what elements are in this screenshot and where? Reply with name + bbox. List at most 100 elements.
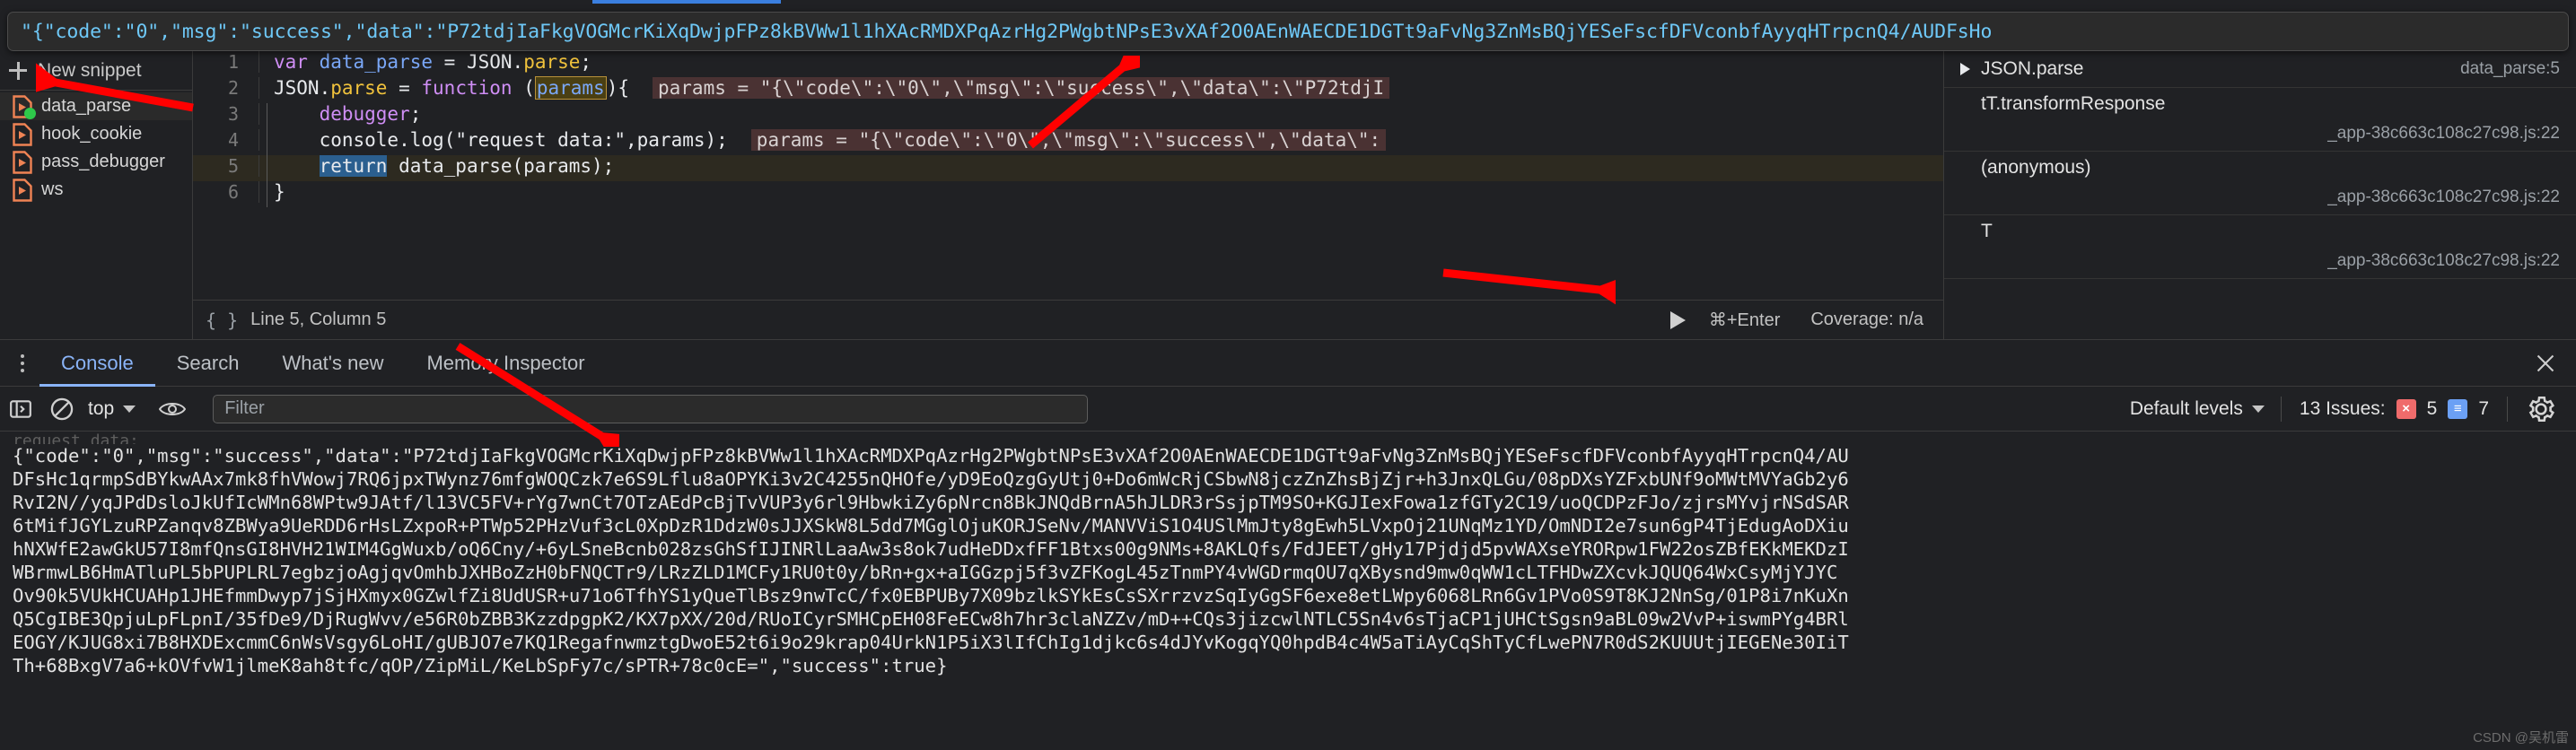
console-text-line: hNXWfE2awGkU57I8mfQnsGI8HVH21WIM4GgWuxb/…	[13, 538, 1849, 560]
snippet-item-ws[interactable]: ws	[0, 176, 192, 204]
console-text-line: Q5CgIBE3QpjuLpFLpnI/35fDe9/DjRugWvv/e56R…	[13, 608, 1849, 630]
toolbar-right-group: Default levels 13 Issues: × 5 ≡ 7	[2114, 394, 2576, 424]
run-shortcut-label: ⌘+Enter	[1708, 310, 1781, 330]
eye-icon[interactable]	[152, 387, 193, 432]
tab-search[interactable]: Search	[155, 339, 261, 387]
top-strip	[0, 0, 2576, 12]
snippet-file-icon	[13, 150, 32, 174]
snippet-file-icon	[13, 94, 36, 119]
call-stack-panel: JSON.parse data_parse:5 tT.transformRespo…	[1943, 51, 2576, 339]
snippet-file-icon	[13, 122, 32, 146]
console-text-line: Ov90k5VUkHCUAHp1JHEfmmDwyp7jSjHXmyx0GZwl…	[13, 585, 1849, 606]
inline-value-hint: params = "{\"code\":\"0\",\"msg\":\"succ…	[750, 129, 1387, 151]
code-line[interactable]: 6}	[193, 181, 1943, 207]
code-text: debugger;	[259, 103, 421, 129]
line-number: 4	[193, 129, 259, 151]
line-number: 1	[193, 51, 259, 73]
current-frame-arrow-icon	[1960, 63, 1970, 75]
code-line[interactable]: 5 return data_parse(params);	[193, 155, 1943, 181]
execution-context-select[interactable]: top	[88, 398, 136, 420]
close-icon[interactable]	[2535, 353, 2556, 374]
console-output: request data: {"code":"0","msg":"success…	[0, 432, 2576, 750]
info-badge-icon: ≡	[2448, 398, 2468, 419]
error-badge-icon: ×	[2396, 398, 2416, 419]
code-line[interactable]: 3 debugger;	[193, 103, 1943, 129]
log-levels-label: Default levels	[2129, 397, 2243, 419]
run-snippet-icon[interactable]	[1669, 310, 1686, 329]
new-snippet-label: New snippet	[38, 59, 142, 81]
plus-icon	[9, 61, 27, 80]
console-message: {"code":"0","msg":"success","data":"P72t…	[13, 444, 2576, 677]
chevron-down-icon	[2251, 405, 2265, 413]
issues-button[interactable]: 13 Issues: × 5 ≡ 7	[2282, 398, 2507, 420]
tooltip-text: "{"code":"0","msg":"success","data":"P72…	[21, 20, 1993, 43]
snippet-item-hook-cookie[interactable]: hook_cookie	[0, 120, 192, 148]
console-toolbar: top Default levels 13 Issues: × 5 ≡ 7	[0, 387, 2576, 432]
drawer-tabs: Console Search What's new Memory Inspector	[39, 339, 607, 387]
console-text-line: {"code":"0","msg":"success","data":"P72t…	[13, 445, 1849, 467]
cursor-position: Line 5, Column 5	[250, 310, 387, 329]
issues-label: 13 Issues:	[2299, 397, 2386, 419]
devtools-window: "{"code":"0","msg":"success","data":"P72…	[0, 0, 2576, 750]
snippet-item-pass-debugger[interactable]: pass_debugger	[0, 148, 192, 176]
running-dot-icon	[24, 107, 36, 119]
snippet-label: pass_debugger	[41, 152, 165, 171]
active-tab-underline	[592, 0, 781, 4]
snippet-list: data_parse hook_cookie pass_debugger ws	[0, 91, 192, 204]
filter-input[interactable]	[213, 394, 1089, 423]
code-line[interactable]: 4 console.log("request data:",params); pa…	[193, 129, 1943, 155]
snippet-label: ws	[41, 179, 64, 199]
snippets-sidebar: New snippet data_parse hook_cookie pass_…	[0, 51, 193, 339]
drawer-tab-bar: Console Search What's new Memory Inspector	[0, 339, 2576, 387]
snippet-item-data-parse[interactable]: data_parse	[0, 92, 192, 120]
code-lines[interactable]: 1 var data_parse = JSON.parse; 2 JSON.parse…	[193, 51, 1943, 274]
call-stack-frame[interactable]: tT.transformResponse _app-38c663c108c27c…	[1944, 88, 2576, 152]
info-count: 7	[2478, 397, 2489, 419]
value-tooltip-popup: "{"code":"0","msg":"success","data":"P72…	[7, 12, 2569, 51]
snippet-label: hook_cookie	[41, 124, 143, 144]
chevron-down-icon	[123, 405, 136, 413]
code-text: var data_parse = JSON.parse;	[274, 51, 592, 73]
gear-icon[interactable]	[2526, 394, 2556, 424]
console-text-line: WBrmwLB6HmATluPL5bPUPLRL7egbzjoAgjqvOmhb…	[13, 562, 1838, 583]
line-number: 2	[193, 77, 259, 99]
frame-source: _app-38c663c108c27c98.js:22	[2327, 251, 2560, 270]
frame-name: (anonymous)	[1981, 157, 2091, 178]
frame-name: T	[1981, 221, 1993, 241]
frame-name: tT.transformResponse	[1981, 93, 2166, 114]
divider	[2507, 396, 2508, 422]
log-levels-select[interactable]: Default levels	[2114, 398, 2281, 420]
code-text: return data_parse(params);	[259, 155, 614, 181]
line-number: 5	[193, 155, 259, 177]
call-stack-frame[interactable]: (anonymous) _app-38c663c108c27c98.js:22	[1944, 152, 2576, 215]
sources-panel: New snippet data_parse hook_cookie pass_…	[0, 51, 2576, 339]
frame-name: JSON.parse	[1981, 58, 2084, 79]
call-stack-frame[interactable]: JSON.parse data_parse:5	[1944, 51, 2576, 88]
frame-source: _app-38c663c108c27c98.js:22	[2327, 188, 2560, 206]
sidebar-toggle-icon[interactable]	[0, 387, 41, 432]
tab-console[interactable]: Console	[39, 339, 155, 387]
code-editor[interactable]: 1 var data_parse = JSON.parse; 2 JSON.parse…	[193, 51, 1943, 339]
tab-what-s-new[interactable]: What's new	[260, 339, 405, 387]
snippet-label: data_parse	[41, 96, 132, 116]
console-text-line: EOGY/KJUG8xi7B8HXDExcmmC6nWsVsgy6LoHI/gU…	[13, 632, 1849, 653]
more-options-icon[interactable]	[5, 353, 39, 372]
frame-source: _app-38c663c108c27c98.js:22	[2327, 124, 2560, 143]
tab-memory-inspector[interactable]: Memory Inspector	[405, 339, 606, 387]
code-text: console.log("request data:",params); para…	[259, 129, 1387, 155]
pretty-print-icon[interactable]: { }	[206, 310, 238, 331]
console-text-line: Th+68BxgV7a6+kOVfvW1jlmeK8ah8tfc/qOP/Zip…	[13, 655, 948, 676]
clear-console-icon[interactable]	[41, 387, 83, 432]
code-text: JSON.parse = function (params){params = …	[259, 76, 1390, 100]
console-text-line: 6tMifJGYLzuRPZanqv8ZBWya9UeRDD6rHsLZxpoR…	[13, 515, 1849, 536]
code-line[interactable]: 2 JSON.parse = function (params){params =…	[193, 76, 1943, 103]
watermark: CSDN @吴机雷	[2473, 730, 2569, 746]
call-stack-frame[interactable]: T _app-38c663c108c27c98.js:22	[1944, 215, 2576, 279]
line-number: 6	[193, 181, 259, 203]
code-line[interactable]: 1 var data_parse = JSON.parse;	[193, 51, 1943, 77]
editor-status-bar: { } Line 5, Column 5 ⌘+Enter Coverage: n…	[193, 300, 1943, 339]
console-text-line: DFsHc1qrmpSdBYkwAAx7mk8fhVWowj7RQ6jpxTWy…	[13, 468, 1849, 490]
line-number: 3	[193, 103, 259, 125]
frame-source: data_parse:5	[2460, 59, 2560, 78]
new-snippet-button[interactable]: New snippet	[0, 51, 192, 91]
